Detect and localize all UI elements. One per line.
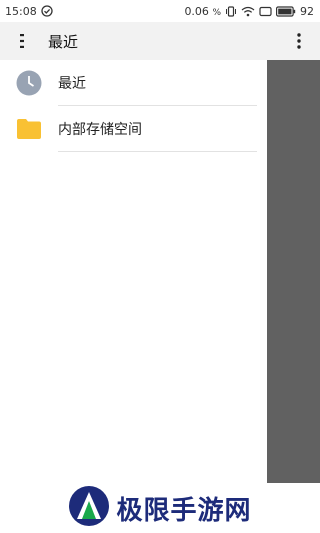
watermark: 极限手游网 bbox=[0, 483, 320, 533]
battery-icon bbox=[276, 5, 296, 17]
drawer-item-recent[interactable]: 最近 bbox=[0, 60, 267, 106]
status-time: 15:08 bbox=[5, 4, 37, 18]
drawer-item-internal-storage[interactable]: 内部存储空间 bbox=[0, 106, 267, 152]
watermark-text: 极限手游网 bbox=[116, 495, 252, 526]
status-bar: 15:08 0.06 % 92 bbox=[0, 0, 320, 22]
check-circle-icon bbox=[41, 5, 53, 17]
signal-icon bbox=[259, 6, 272, 17]
battery-level: 92 bbox=[300, 4, 314, 18]
divider bbox=[58, 151, 257, 152]
watermark-logo-icon bbox=[68, 485, 110, 531]
drawer-item-label: 内部存储空间 bbox=[58, 122, 142, 138]
clock-icon bbox=[0, 70, 58, 96]
more-vert-icon[interactable] bbox=[292, 22, 306, 60]
navigation-drawer: 最近 内部存储空间 bbox=[0, 60, 267, 483]
app-bar: 最近 bbox=[0, 22, 320, 60]
menu-icon[interactable] bbox=[0, 22, 44, 60]
data-rate: 0.06 % bbox=[184, 4, 221, 18]
vibrate-icon bbox=[225, 5, 237, 17]
page-title: 最近 bbox=[48, 32, 79, 51]
wifi-icon bbox=[241, 6, 255, 17]
drawer-scrim[interactable] bbox=[267, 60, 320, 483]
folder-icon bbox=[0, 118, 58, 140]
drawer-item-label: 最近 bbox=[58, 76, 86, 92]
